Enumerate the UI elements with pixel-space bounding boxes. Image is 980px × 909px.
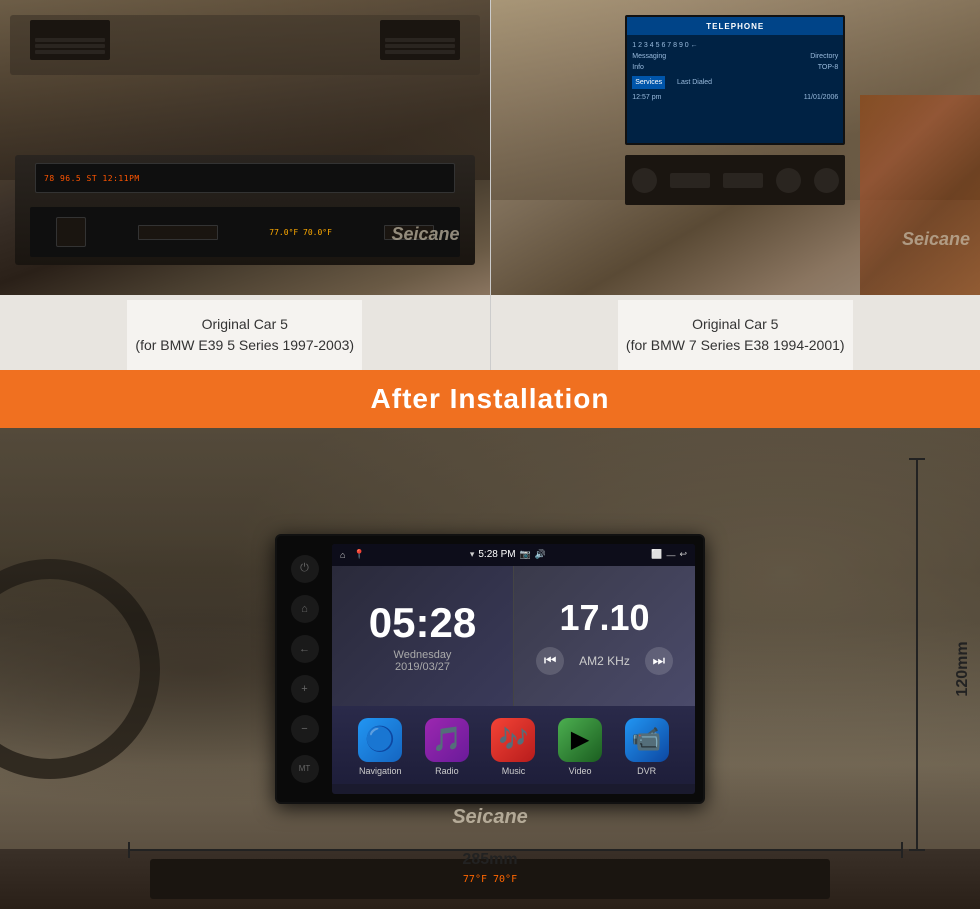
radio-app-icon: 🎵	[432, 725, 462, 754]
watermark-right: Seicane	[902, 229, 970, 250]
pin-icon: 📍	[353, 549, 364, 560]
vol-up-btn[interactable]: +	[291, 675, 319, 703]
left-car-panel: 78 96.5 ST 12:11PM 77.0°F 70.0°F Seicane…	[0, 0, 490, 370]
bottom-section: ⏻ ⌂ ← + − MT ⌂ 📍 ▾ 5:28 PM	[0, 428, 980, 909]
volume-status-icon: 🔊	[535, 549, 546, 560]
home-icon[interactable]: ⌂	[340, 550, 345, 560]
width-dimension-label: 285mm	[462, 851, 517, 869]
left-panel: ⏻ ⌂ ← + − MT	[282, 544, 327, 794]
app-video[interactable]: ▶ Video	[558, 718, 602, 776]
clock-section: 05:28 Wednesday 2019/03/27	[332, 566, 514, 706]
music-icon: 🎶	[499, 725, 529, 754]
home-panel-btn[interactable]: ⌂	[291, 595, 319, 623]
head-unit-screen: ⌂ 📍 ▾ 5:28 PM 📷 🔊 ⬜ — ↩	[332, 544, 695, 794]
temp-display: 77°F 70°F	[463, 874, 517, 885]
navigation-icon: 🔵	[365, 725, 395, 754]
clock-day: Wednesday	[394, 649, 452, 661]
right-car-photo: TELEPHONE 1 2 3 4 5 6 7 8 9 0 ← Messagin…	[491, 0, 980, 295]
page-wrapper: 78 96.5 ST 12:11PM 77.0°F 70.0°F Seicane…	[0, 0, 980, 909]
radio-frequency: 17.10	[559, 597, 649, 639]
left-caption-line2: (for BMW E39 5 Series 1997-2003)	[135, 335, 354, 356]
dvr-icon: 📹	[632, 725, 662, 754]
wifi-icon: ▾	[470, 549, 475, 560]
music-icon-box: 🎶	[491, 718, 535, 762]
back-panel-btn[interactable]: ←	[291, 635, 319, 663]
radio-app-label: Radio	[435, 766, 459, 776]
clock-time: 05:28	[369, 599, 476, 647]
app-dvr[interactable]: 📹 DVR	[625, 718, 669, 776]
music-label: Music	[502, 766, 526, 776]
head-unit: ⏻ ⌂ ← + − MT ⌂ 📍 ▾ 5:28 PM	[275, 534, 705, 804]
status-time: 5:28 PM	[478, 549, 515, 560]
dvr-icon-box: 📹	[625, 718, 669, 762]
left-caption-line1: Original Car 5	[202, 314, 288, 335]
video-icon: ▶	[571, 725, 589, 754]
left-car-image: 78 96.5 ST 12:11PM 77.0°F 70.0°F Seicane	[0, 0, 490, 300]
radio-icon-box: 🎵	[425, 718, 469, 762]
app-music[interactable]: 🎶 Music	[491, 718, 535, 776]
right-car-image: TELEPHONE 1 2 3 4 5 6 7 8 9 0 ← Messagin…	[491, 0, 980, 300]
video-icon-box: ▶	[558, 718, 602, 762]
after-banner-text: After Installation	[371, 383, 610, 415]
after-banner: After Installation	[0, 370, 980, 428]
menu-btn[interactable]: MT	[291, 755, 319, 783]
dvr-label: DVR	[637, 766, 656, 776]
status-right: ⬜ — ↩	[651, 549, 687, 560]
left-car-caption: Original Car 5 (for BMW E39 5 Series 199…	[127, 300, 362, 370]
navigation-label: Navigation	[359, 766, 402, 776]
main-display: 05:28 Wednesday 2019/03/27 17.10 ⏮ AM2 K…	[332, 566, 695, 706]
radio-controls: ⏮ AM2 KHz ⏭	[536, 647, 673, 675]
app-radio[interactable]: 🎵 Radio	[425, 718, 469, 776]
power-btn[interactable]: ⏻	[291, 555, 319, 583]
status-left: ⌂ 📍	[340, 549, 365, 560]
app-navigation[interactable]: 🔵 Navigation	[358, 718, 402, 776]
right-car-panel: TELEPHONE 1 2 3 4 5 6 7 8 9 0 ← Messagin…	[491, 0, 980, 370]
status-center: ▾ 5:28 PM 📷 🔊	[470, 549, 546, 560]
navigation-icon-box: 🔵	[358, 718, 402, 762]
video-label: Video	[569, 766, 592, 776]
status-bar: ⌂ 📍 ▾ 5:28 PM 📷 🔊 ⬜ — ↩	[332, 544, 695, 566]
camera-status-icon: 📷	[520, 549, 531, 560]
radio-section: 17.10 ⏮ AM2 KHz ⏭	[514, 566, 695, 706]
height-dimension-label: 120mm	[954, 641, 972, 696]
minimize-icon[interactable]: —	[666, 550, 675, 560]
right-car-caption: Original Car 5 (for BMW 7 Series E38 199…	[618, 300, 853, 370]
back-icon[interactable]: ↩	[679, 549, 687, 560]
radio-band: AM2 KHz	[579, 654, 630, 668]
radio-prev-btn[interactable]: ⏮	[536, 647, 564, 675]
right-caption-line2: (for BMW 7 Series E38 1994-2001)	[626, 335, 845, 356]
clock-date: 2019/03/27	[395, 661, 450, 673]
top-section: 78 96.5 ST 12:11PM 77.0°F 70.0°F Seicane…	[0, 0, 980, 370]
radio-next-btn[interactable]: ⏭	[645, 647, 673, 675]
left-car-photo: 78 96.5 ST 12:11PM 77.0°F 70.0°F Seicane	[0, 0, 490, 295]
watermark-left: Seicane	[391, 224, 459, 245]
expand-icon[interactable]: ⬜	[651, 549, 662, 560]
height-line	[916, 458, 918, 851]
vol-dn-btn[interactable]: −	[291, 715, 319, 743]
right-caption-line1: Original Car 5	[692, 314, 778, 335]
apps-row: 🔵 Navigation 🎵 Radio 🎶	[332, 706, 695, 784]
